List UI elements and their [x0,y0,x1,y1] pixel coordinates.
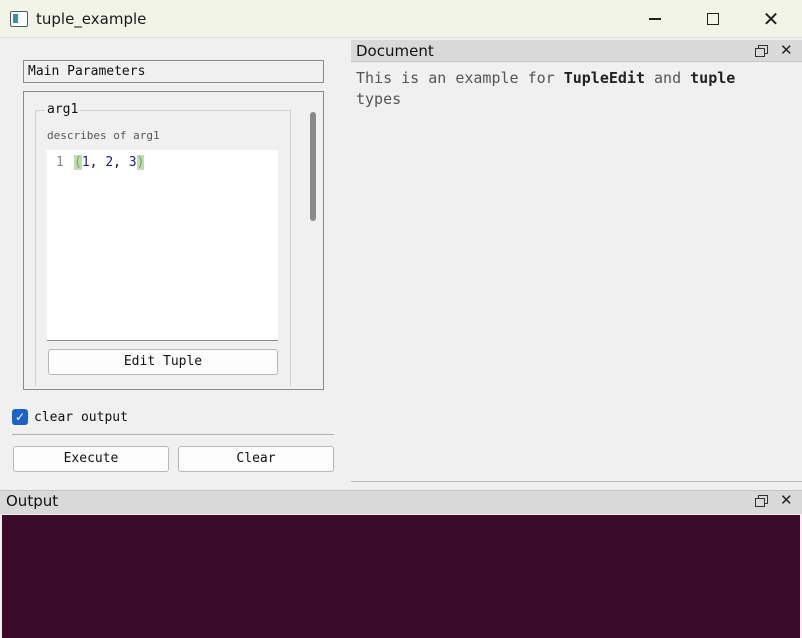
document-close-icon[interactable]: ✕ [780,41,793,59]
minimize-icon [649,18,661,20]
doc-bold-tupleedit: TupleEdit [563,69,645,87]
doc-text-part: This is an example for [356,69,564,87]
vertical-scrollbar-thumb[interactable] [310,112,316,221]
checkmark-icon: ✓ [14,410,26,424]
separator [12,434,334,435]
tuple-value-1: 1 [81,155,90,170]
output-dock-header[interactable] [0,490,802,514]
document-dock-title: Document [356,42,434,60]
document-text: This is an example for TupleEdit and tup… [356,68,786,110]
edit-tuple-button[interactable]: Edit Tuple [48,349,278,375]
clear-output-label[interactable]: clear output [34,410,128,425]
tuple-value-3: 3 [128,155,137,170]
execute-button[interactable]: Execute [13,446,169,472]
close-paren: ) [136,155,145,170]
output-dock-title: Output [6,492,59,510]
maximize-icon [707,13,719,25]
document-panel [351,62,802,482]
output-console[interactable] [2,515,800,638]
main-parameters-header: Main Parameters [23,60,324,83]
doc-text-part: types [356,90,402,108]
arg1-description: describes of arg1 [47,129,160,142]
line-number: 1 [56,155,64,170]
app-icon [10,11,28,27]
doc-text-part: and [645,69,691,87]
close-icon: ✕ [762,7,780,31]
minimize-button[interactable] [626,0,684,38]
maximize-button[interactable] [684,0,742,38]
open-paren: ( [74,155,82,170]
output-close-icon[interactable]: ✕ [780,491,793,509]
document-float-icon[interactable] [755,45,768,57]
output-float-icon[interactable] [755,495,768,507]
clear-output-checkbox[interactable]: ✓ [12,409,28,425]
arg1-group-title: arg1 [45,102,81,117]
doc-bold-tuple: tuple [690,69,736,87]
tuple-value-2: 2 [105,155,114,170]
window-title: tuple_example [36,10,147,28]
tuple-editor[interactable] [47,150,278,341]
tuple-code-line[interactable]: (1, 2, 3) [74,155,145,170]
close-window-button[interactable]: ✕ [742,0,800,38]
clear-button[interactable]: Clear [178,446,334,472]
